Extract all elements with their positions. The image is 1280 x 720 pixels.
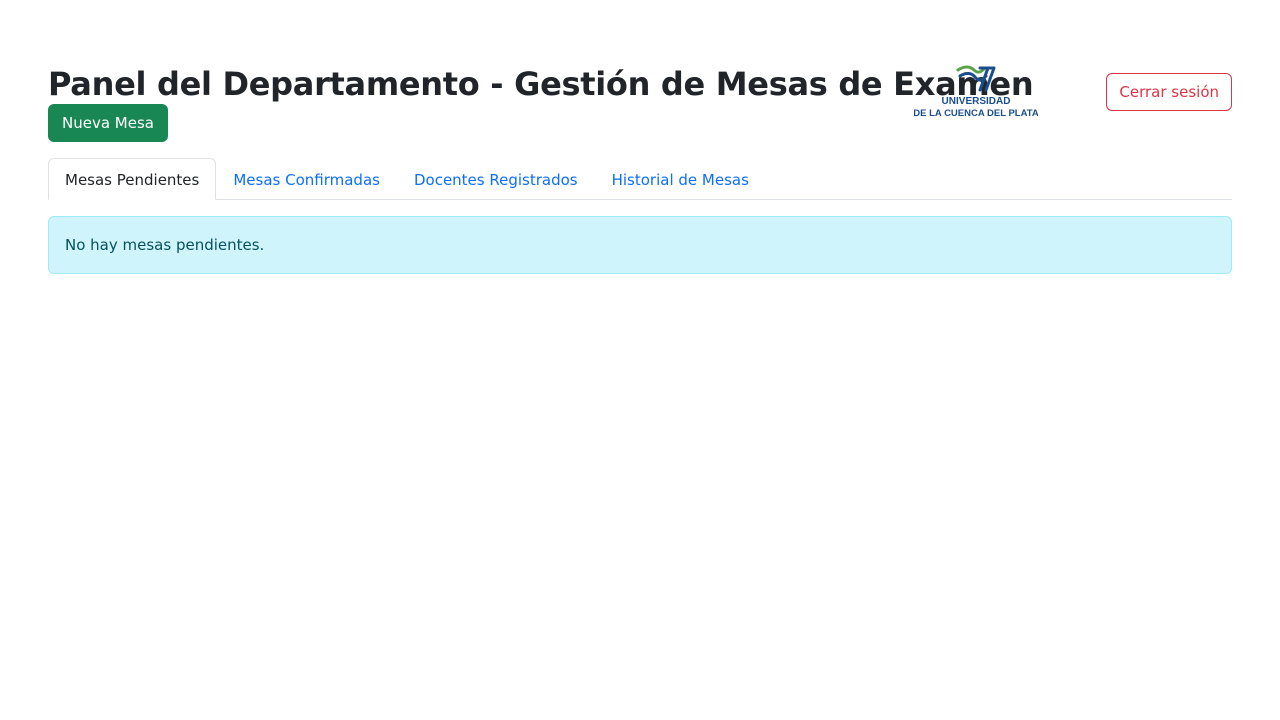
university-logo: UNIVERSIDAD DE LA CUENCA DEL PLATA: [914, 64, 1038, 120]
tab-mesas-confirmadas[interactable]: Mesas Confirmadas: [216, 158, 397, 200]
university-logo-mark: UNIVERSIDAD DE LA CUENCA DEL PLATA: [914, 65, 1038, 119]
tab-bar: Mesas Pendientes Mesas Confirmadas Docen…: [48, 158, 1232, 200]
logo-line2: DE LA CUENCA DEL PLATA: [914, 108, 1038, 119]
new-mesa-button[interactable]: Nueva Mesa: [48, 104, 168, 142]
logout-button[interactable]: Cerrar sesión: [1106, 73, 1232, 111]
tab-mesas-pendientes[interactable]: Mesas Pendientes: [48, 158, 217, 200]
page-title: Panel del Departamento - Gestión de Mesa…: [48, 65, 1034, 103]
empty-state-alert: No hay mesas pendientes.: [48, 216, 1232, 274]
logo-line1: UNIVERSIDAD: [942, 96, 1011, 107]
page-container: Panel del Departamento - Gestión de Mesa…: [48, 0, 1232, 274]
tab-historial-de-mesas[interactable]: Historial de Mesas: [595, 158, 766, 200]
tab-docentes-registrados[interactable]: Docentes Registrados: [397, 158, 595, 200]
header: Panel del Departamento - Gestión de Mesa…: [48, 48, 1232, 128]
